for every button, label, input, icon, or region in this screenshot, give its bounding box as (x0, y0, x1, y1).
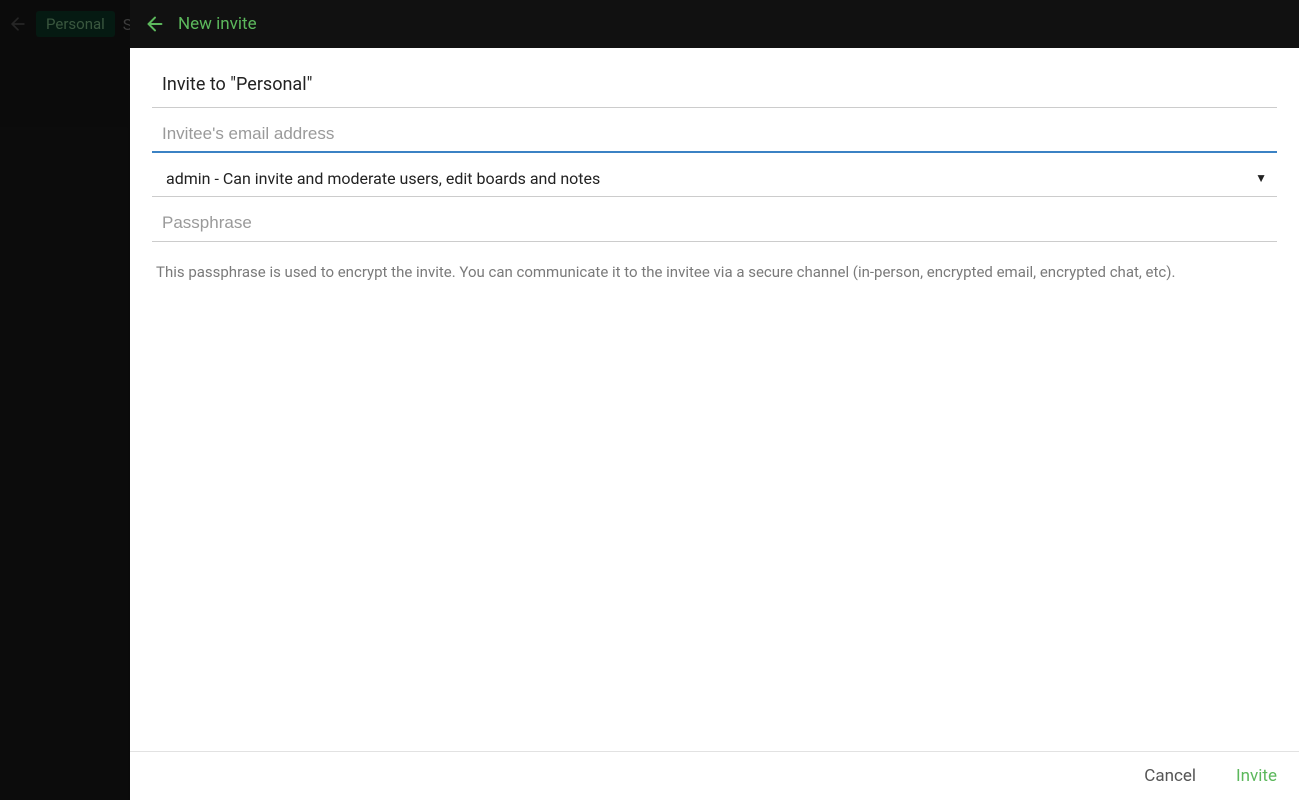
panel-back-button[interactable] (144, 13, 166, 35)
passphrase-input[interactable] (162, 213, 1267, 233)
panel-title: New invite (178, 14, 257, 34)
role-select[interactable]: admin - Can invite and moderate users, e… (152, 159, 1277, 197)
cancel-button[interactable]: Cancel (1144, 766, 1196, 786)
chevron-down-icon: ▼ (1255, 171, 1267, 185)
invitee-email-input[interactable] (162, 124, 1267, 144)
panel-body: Invite to "Personal" admin - Can invite … (130, 48, 1299, 751)
passphrase-help-text: This passphrase is used to encrypt the i… (152, 248, 1277, 283)
new-invite-panel: New invite Invite to "Personal" admin - … (130, 0, 1299, 800)
role-select-value: admin - Can invite and moderate users, e… (166, 169, 600, 188)
panel-header: New invite (130, 0, 1299, 48)
email-field-wrap (152, 114, 1277, 153)
panel-footer: Cancel Invite (130, 751, 1299, 800)
passphrase-field-wrap (152, 203, 1277, 242)
invite-button[interactable]: Invite (1236, 766, 1277, 786)
form-heading: Invite to "Personal" (162, 74, 1267, 95)
